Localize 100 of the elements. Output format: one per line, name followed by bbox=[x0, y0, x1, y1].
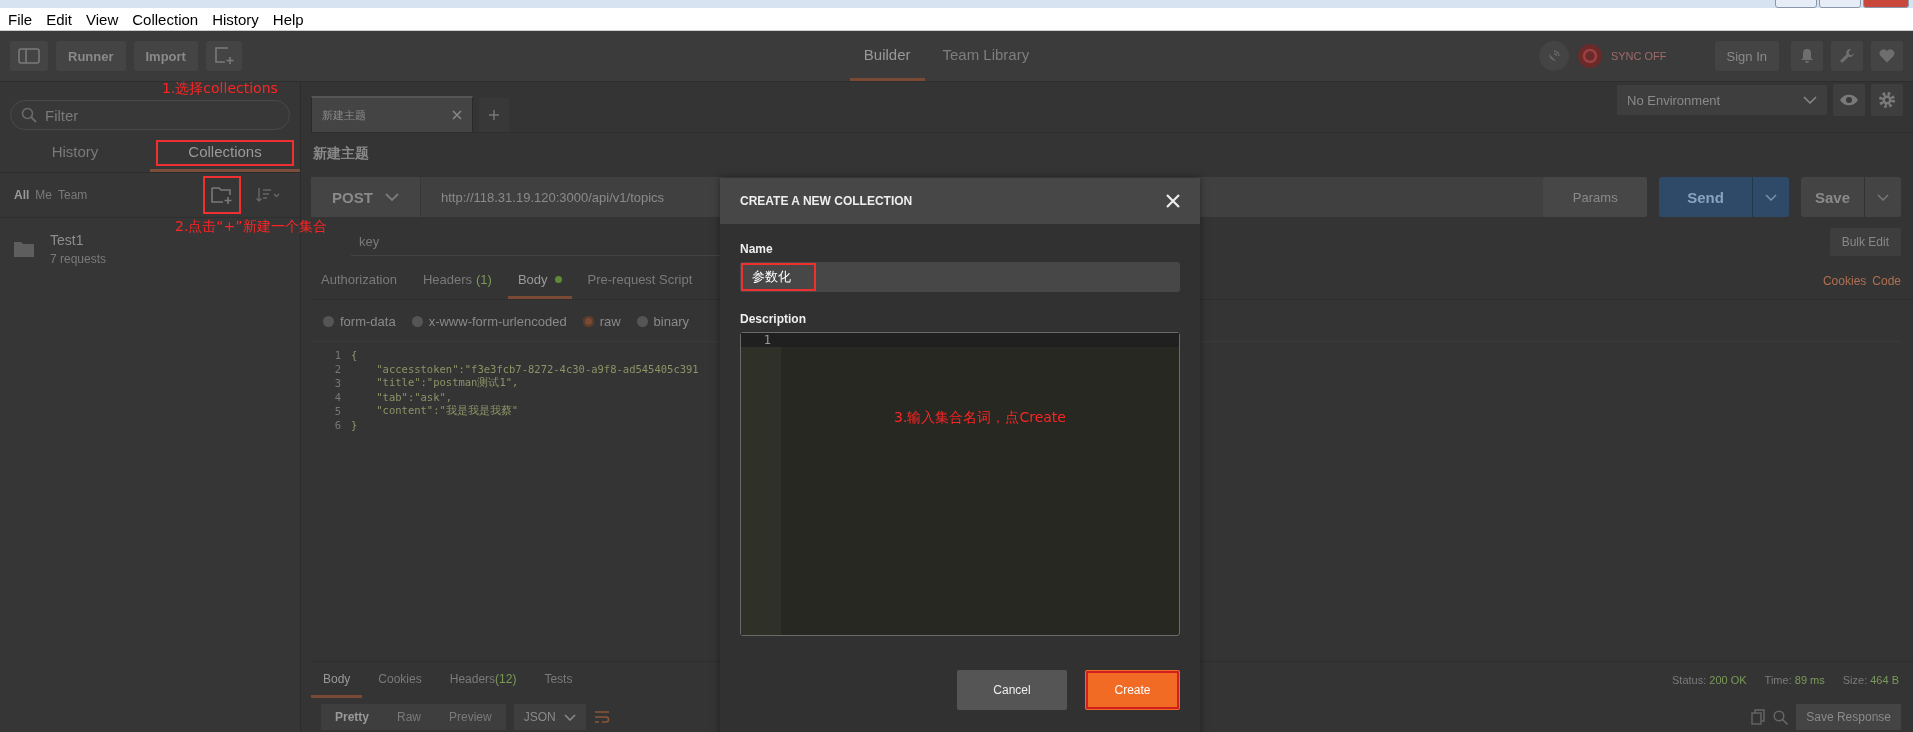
filter-field[interactable]: Filter bbox=[10, 100, 290, 130]
sidebar-toggle-button[interactable] bbox=[10, 41, 48, 71]
line-number: 4 bbox=[333, 391, 342, 403]
sidebar-tab[interactable]: History bbox=[0, 134, 150, 172]
field-label: Name bbox=[740, 242, 774, 256]
save-response-button[interactable]: Save Response bbox=[1796, 704, 1901, 730]
view-mode-button[interactable]: Raw bbox=[383, 704, 436, 730]
sidebar-tab[interactable]: Collections bbox=[150, 134, 300, 172]
link[interactable]: Code bbox=[1872, 274, 1901, 288]
response-stat: Size: 464 B bbox=[1842, 674, 1899, 686]
view-mode-button[interactable]: Pretty bbox=[321, 704, 383, 730]
scope-filter[interactable]: Team bbox=[58, 188, 88, 202]
response-tab[interactable]: Tests bbox=[532, 662, 585, 698]
menu-item[interactable]: File bbox=[8, 10, 33, 28]
menu-item[interactable]: Help bbox=[272, 10, 304, 28]
description-editor[interactable]: 1 3.输入集合名词，点Create bbox=[740, 332, 1180, 636]
code-line: "tab":"ask", bbox=[375, 391, 453, 403]
line-number: 2 bbox=[333, 363, 342, 375]
annotation-text: 1.选择collections bbox=[162, 80, 278, 98]
link[interactable]: Cookies bbox=[1822, 274, 1867, 288]
line-number: 1 bbox=[333, 349, 342, 361]
sign-in-button[interactable]: Sign In bbox=[1714, 41, 1779, 71]
send-button[interactable]: Send bbox=[1659, 177, 1789, 217]
toolbar-button[interactable]: Import bbox=[133, 41, 198, 71]
response-tab[interactable]: Headers(12) bbox=[437, 662, 529, 698]
response-tab[interactable]: Body bbox=[311, 662, 363, 698]
code-line: "title":"postman测试1", bbox=[375, 376, 519, 390]
sort-icon[interactable] bbox=[256, 187, 280, 203]
code-line: "accesstoken":"f3e3fcb7-8272-4c30-a9f8-ad545405c391 bbox=[375, 363, 699, 375]
eye-icon[interactable] bbox=[1833, 84, 1865, 116]
response-tab[interactable]: Cookies bbox=[366, 662, 434, 698]
format-dropdown[interactable]: JSON bbox=[513, 704, 586, 730]
annotation-text: 3.输入集合名词，点Create bbox=[894, 409, 1066, 427]
settings-icon[interactable] bbox=[1871, 84, 1903, 116]
environment-dropdown[interactable]: No Environment bbox=[1617, 85, 1827, 115]
view-tab[interactable]: Builder bbox=[849, 31, 925, 81]
new-window-icon bbox=[213, 47, 234, 65]
radio-icon[interactable] bbox=[636, 316, 648, 327]
line-number: 3 bbox=[333, 377, 342, 389]
scope-filter[interactable]: Me bbox=[35, 188, 52, 202]
search-icon bbox=[21, 107, 37, 123]
radio-icon[interactable] bbox=[582, 316, 594, 327]
notifications-icon[interactable] bbox=[1791, 41, 1823, 71]
satellite-icon[interactable] bbox=[1538, 41, 1569, 71]
caret-icon[interactable] bbox=[1877, 193, 1889, 201]
line-number: 6 bbox=[333, 419, 342, 431]
menu-item[interactable]: Collection bbox=[132, 10, 199, 28]
toolbar-button[interactable]: Runner bbox=[56, 41, 126, 71]
url-field[interactable]: http://118.31.19.120:3000/api/v1/topics bbox=[421, 177, 665, 217]
menu-item[interactable]: History bbox=[212, 10, 259, 28]
create-button[interactable]: Create bbox=[1085, 670, 1180, 710]
bulk-edit-button[interactable]: Bulk Edit bbox=[1829, 228, 1901, 256]
cancel-button[interactable]: Cancel bbox=[957, 670, 1067, 710]
body-mode-radio[interactable]: x-www-form-urlencoded bbox=[411, 314, 567, 329]
code-line: { bbox=[351, 349, 358, 361]
request-title: 新建主题 bbox=[312, 144, 370, 163]
wrench-icon[interactable] bbox=[1831, 41, 1863, 71]
panel-icon bbox=[18, 48, 40, 64]
folder-plus-icon bbox=[211, 186, 233, 204]
name-value: 参数化 bbox=[740, 262, 817, 292]
caret-icon bbox=[1803, 96, 1817, 104]
add-tab-button[interactable] bbox=[479, 98, 509, 132]
menu-item[interactable]: View bbox=[86, 10, 119, 28]
request-section-tab[interactable]: Headers (1) bbox=[412, 263, 502, 299]
collection-name[interactable]: Test1 bbox=[50, 232, 107, 248]
request-section-tab[interactable]: Authorization bbox=[311, 263, 407, 299]
request-section-tab[interactable]: Pre-request Script bbox=[577, 263, 703, 299]
save-button[interactable]: Save bbox=[1800, 177, 1901, 217]
caret-icon bbox=[384, 193, 399, 201]
copy-icon[interactable] bbox=[1751, 709, 1766, 725]
dialog-title: CREATE A NEW COLLECTION bbox=[740, 194, 913, 208]
annotation-text: 2.点击“+”新建一个集合 bbox=[175, 218, 327, 236]
body-mode-radio[interactable]: form-data bbox=[323, 314, 396, 329]
view-mode-button[interactable]: Preview bbox=[435, 704, 506, 730]
scope-filter[interactable]: All bbox=[14, 188, 30, 202]
menu-item[interactable]: Edit bbox=[46, 10, 73, 28]
folder-icon bbox=[14, 241, 34, 257]
search-icon[interactable] bbox=[1773, 709, 1789, 725]
request-tab[interactable]: 新建主题 bbox=[311, 96, 473, 132]
view-tab[interactable]: Team Library bbox=[928, 31, 1044, 81]
response-stat: Status: 200 OK bbox=[1672, 674, 1747, 686]
body-mode-radio[interactable]: raw bbox=[582, 314, 621, 329]
name-field[interactable]: 参数化 bbox=[740, 262, 1180, 292]
body-mode-radio[interactable]: binary bbox=[636, 314, 689, 329]
method-dropdown[interactable]: POST bbox=[311, 177, 421, 217]
wrap-lines-icon[interactable] bbox=[593, 710, 610, 724]
new-tab-button[interactable] bbox=[205, 41, 242, 71]
caret-icon bbox=[563, 713, 576, 721]
radio-icon[interactable] bbox=[411, 316, 423, 327]
plus-icon bbox=[489, 110, 499, 120]
radio-icon[interactable] bbox=[323, 316, 334, 327]
request-section-tab[interactable]: Body bbox=[507, 263, 572, 299]
field-label: Description bbox=[740, 312, 807, 326]
new-collection-button[interactable] bbox=[204, 177, 240, 213]
sync-icon[interactable] bbox=[1576, 43, 1603, 69]
code-line: "content":"我是我是我蔡" bbox=[375, 404, 519, 418]
params-button[interactable]: Params bbox=[1543, 177, 1648, 217]
code-line: } bbox=[351, 419, 358, 431]
caret-icon[interactable] bbox=[1764, 193, 1777, 201]
request-tab-label: 新建主题 bbox=[322, 107, 366, 123]
